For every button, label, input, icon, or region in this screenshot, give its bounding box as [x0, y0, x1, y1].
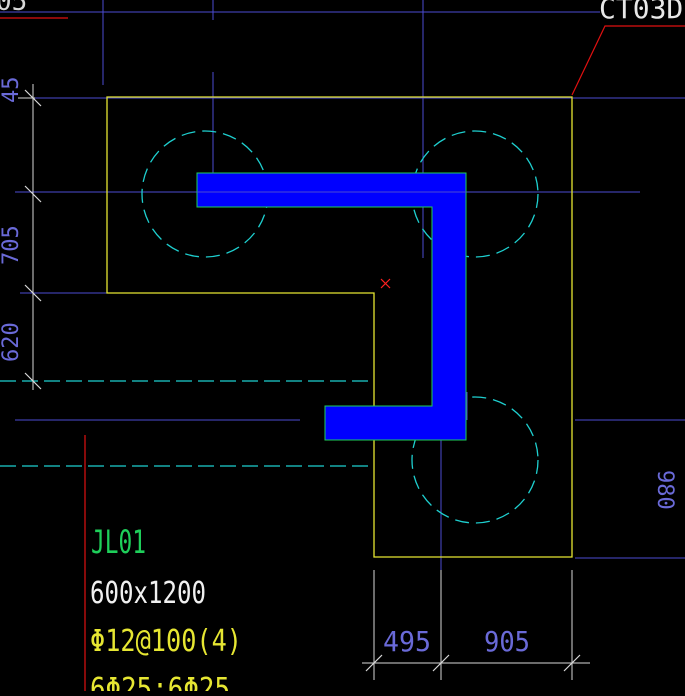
- top-left-fragment: 05: [0, 0, 27, 17]
- beam-annotation[interactable]: JL01 600x1200 Φ12@100(4) 6Φ25;6Φ25: [90, 523, 242, 696]
- bottom-dimension-chain: 495 905: [362, 570, 590, 680]
- top-right-fragment: CT03D: [599, 0, 683, 25]
- core-wall[interactable]: [196, 172, 467, 441]
- beam-bars: 6Φ25;6Φ25: [90, 672, 230, 691]
- dim-bottom-905: 905: [484, 625, 530, 658]
- dim-bottom-495: 495: [383, 625, 431, 658]
- dim-right-980: 980: [652, 470, 677, 510]
- beam-code: JL01: [91, 523, 146, 561]
- leader-top-right: [571, 25, 685, 96]
- dim-left-620: 620: [0, 322, 24, 362]
- left-dimension-chain: 45 705 620: [0, 77, 42, 390]
- beam-stirrup: Φ12@100(4): [90, 624, 242, 659]
- center-marker: [380, 278, 391, 289]
- beam-size: 600x1200: [90, 576, 206, 611]
- dim-left-705: 705: [0, 225, 24, 265]
- dim-left-45: 45: [0, 77, 24, 104]
- cad-drawing-canvas[interactable]: 45 705 620 980 495 905 05 CT03D JL01 600…: [0, 0, 685, 696]
- cad-viewport[interactable]: 45 705 620 980 495 905 05 CT03D JL01 600…: [0, 0, 685, 696]
- pile-cap-outline[interactable]: [106, 96, 573, 558]
- dashed-beam-lines: [0, 380, 372, 467]
